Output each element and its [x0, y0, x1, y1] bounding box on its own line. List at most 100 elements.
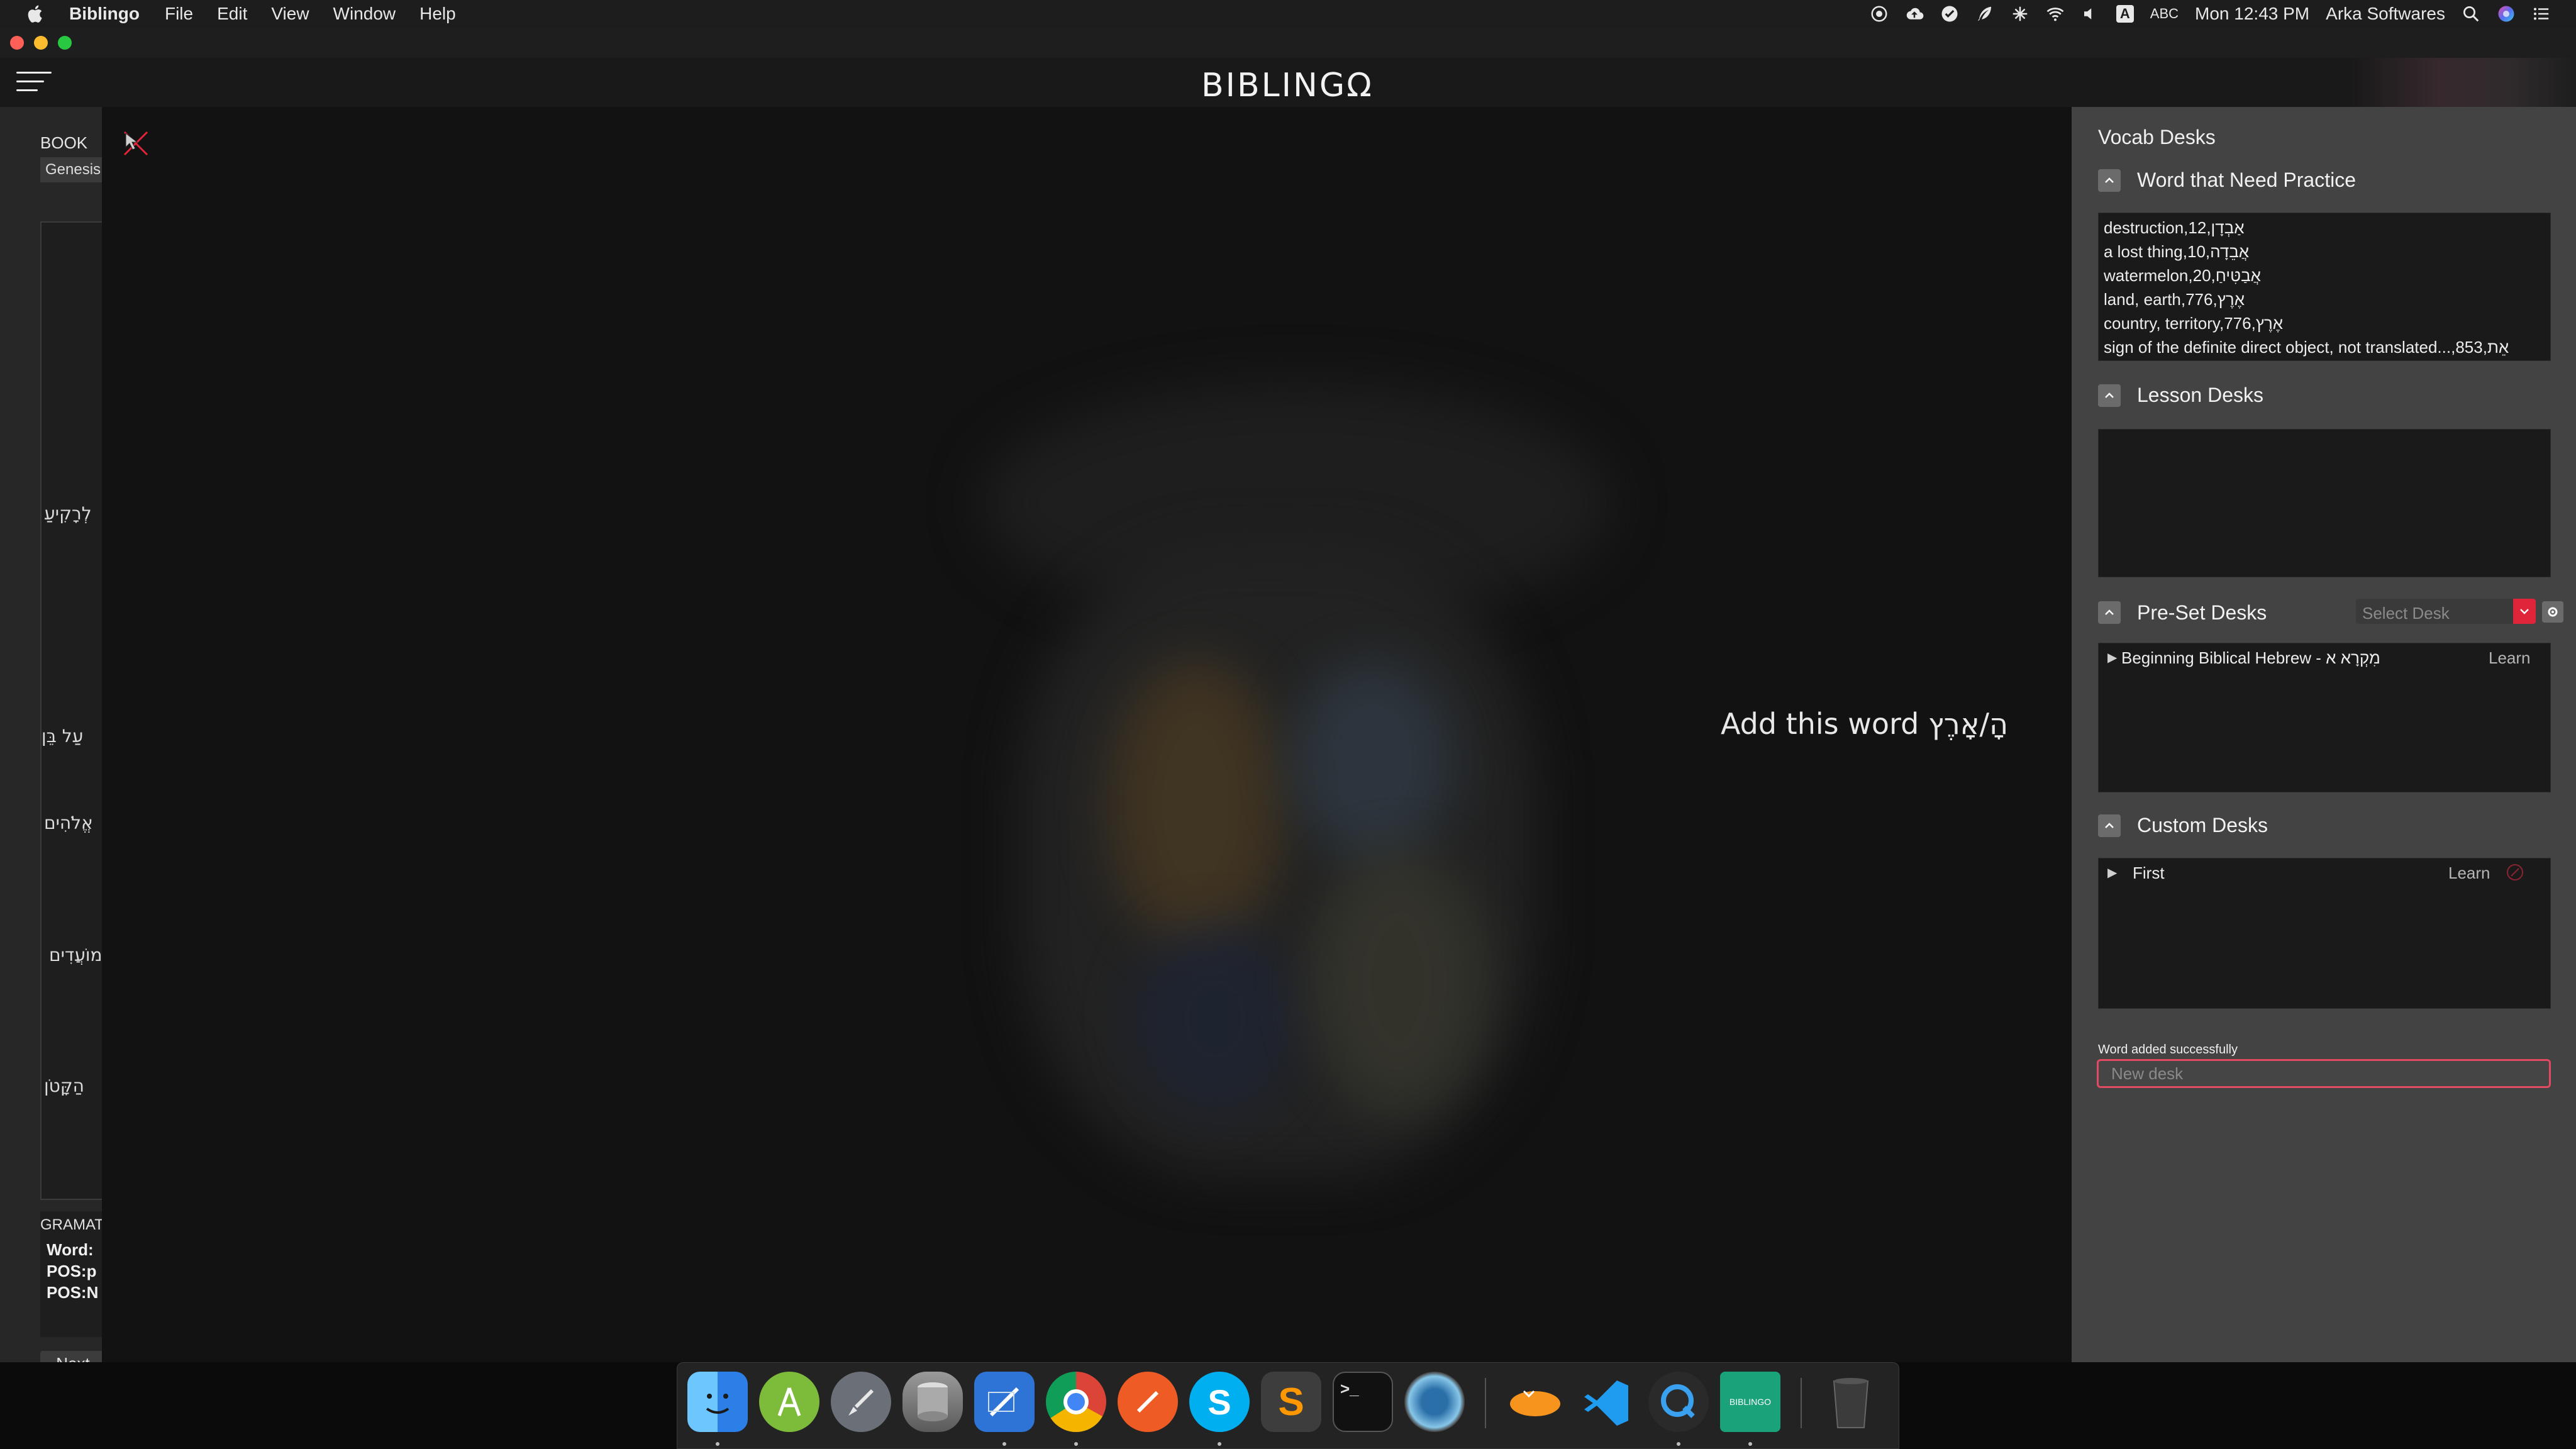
siri-icon[interactable] — [2497, 4, 2516, 23]
notification-center-icon[interactable] — [2532, 4, 2551, 23]
dock: S S >_ BIBLINGO — [677, 1362, 1899, 1449]
practice-title: Word that Need Practice — [2137, 169, 2357, 191]
next-button[interactable]: Next — [40, 1351, 102, 1362]
hebrew-word[interactable]: אֱלֹהִים — [44, 813, 93, 833]
android-studio-icon[interactable] — [759, 1372, 819, 1432]
select-desk-dropdown[interactable]: Select Desk — [2356, 599, 2536, 624]
running-indicator — [1074, 1442, 1078, 1446]
custom-section-header: Custom Desks — [2098, 814, 2268, 837]
practice-section-header: Word that Need Practice — [2098, 169, 2356, 192]
book-label: BOOK — [40, 133, 88, 152]
spotlight-search-icon[interactable] — [2462, 4, 2480, 23]
hamburger-menu-icon[interactable] — [16, 72, 52, 94]
window-zoom-button[interactable] — [58, 36, 72, 50]
hebrew-word[interactable]: מוֹעֲדִים — [49, 945, 102, 965]
running-indicator — [1002, 1442, 1006, 1446]
chevron-up-icon — [2105, 392, 2114, 398]
chevron-down-icon[interactable] — [2513, 599, 2536, 624]
collapse-practice-button[interactable] — [2098, 169, 2121, 192]
menu-clock[interactable]: Mon 12:43 PM — [2195, 4, 2309, 24]
background-blur-decoration — [1020, 547, 1536, 1176]
launchpad-icon[interactable] — [831, 1372, 891, 1432]
background-blur-decoration — [1108, 660, 1284, 950]
window-close-button[interactable] — [10, 36, 24, 50]
postman-icon[interactable] — [1118, 1372, 1178, 1432]
cloud-upload-icon[interactable] — [1905, 4, 1924, 23]
vscode-icon[interactable] — [1577, 1372, 1637, 1432]
collapse-custom-button[interactable] — [2098, 814, 2121, 837]
biblingo-dock-icon[interactable]: BIBLINGO — [1720, 1372, 1780, 1432]
apple-menu-icon[interactable] — [25, 3, 47, 25]
skype-icon[interactable]: S — [1189, 1372, 1250, 1432]
close-icon[interactable] — [119, 127, 151, 158]
menu-app-name[interactable]: Biblingo — [69, 4, 140, 24]
settings-gear-icon[interactable] — [2542, 601, 2563, 623]
xcode-icon[interactable] — [974, 1372, 1035, 1432]
sublime-text-icon[interactable]: S — [1261, 1372, 1321, 1432]
grammar-pos-line: POS:p — [47, 1262, 97, 1280]
preset-title: Pre-Set Desks — [2137, 601, 2267, 624]
practice-word-item[interactable]: sign of the definite direct object, not … — [2104, 335, 2550, 359]
input-source-icon[interactable]: A — [2116, 5, 2134, 23]
disclosure-triangle-icon[interactable]: ▶ — [2107, 650, 2117, 665]
add-word-prompt[interactable]: Add this word הָ/אָרֶץ — [1721, 707, 2008, 741]
checkmark-shield-icon[interactable] — [1940, 4, 1959, 23]
custom-desk-row[interactable]: ▶ First Learn — [2099, 858, 2550, 886]
hebrew-word[interactable]: הַקָּטֹן — [44, 1075, 84, 1096]
chrome-icon[interactable] — [1046, 1372, 1106, 1432]
menu-view[interactable]: View — [271, 4, 309, 24]
preset-learn-button[interactable]: Learn — [2489, 648, 2531, 668]
practice-word-item[interactable]: land, earth,אֶרֶץ,776 — [2104, 287, 2550, 311]
finder-icon[interactable] — [687, 1372, 748, 1432]
practice-word-item[interactable]: destruction,אַבְדָן,12 — [2104, 216, 2550, 240]
menu-user[interactable]: Arka Softwares — [2326, 4, 2445, 24]
input-source-label[interactable]: ABC — [2150, 6, 2179, 22]
menu-help[interactable]: Help — [419, 4, 456, 24]
window-minimize-button[interactable] — [34, 36, 48, 50]
menu-file[interactable]: File — [165, 4, 193, 24]
volume-icon[interactable] — [2081, 4, 2100, 23]
database-icon[interactable] — [902, 1372, 963, 1432]
practice-word-item[interactable]: country, territory,אֶרֶץ,776 — [2104, 311, 2550, 335]
trash-icon[interactable] — [1821, 1372, 1881, 1432]
preset-desk-name: Beginning Biblical Hebrew - מִקְרָא א — [2121, 648, 2380, 667]
background-blur-decoration — [1309, 849, 1485, 1113]
feather-icon[interactable] — [1975, 4, 1994, 23]
cyberduck-icon[interactable] — [1505, 1372, 1565, 1432]
wifi-icon[interactable] — [2046, 4, 2065, 23]
collapse-preset-button[interactable] — [2098, 601, 2121, 624]
menu-bar: Biblingo File Edit View Window Help A AB… — [0, 0, 2576, 28]
custom-learn-button[interactable]: Learn — [2448, 863, 2490, 883]
practice-word-item[interactable]: watermelon,אֲבַטִּיחַ,20 — [2104, 264, 2550, 287]
chevron-up-icon — [2105, 177, 2114, 183]
biblingo-logo: BIBLINGΩ — [1201, 67, 1374, 104]
disclosure-triangle-icon[interactable]: ▶ — [2107, 865, 2117, 880]
practice-word-item[interactable]: a lost thing,אֲבֵדָה,10 — [2104, 240, 2550, 264]
delete-desk-icon[interactable] — [2505, 862, 2525, 882]
menu-edit[interactable]: Edit — [217, 4, 247, 24]
chevron-up-icon — [2105, 609, 2114, 615]
running-indicator — [1677, 1442, 1680, 1446]
preset-desk-row[interactable]: ▶ Beginning Biblical Hebrew - מִקְרָא א … — [2099, 643, 2550, 671]
collapse-lesson-button[interactable] — [2098, 384, 2121, 407]
word-overlay: Add this word הָ/אָרֶץ — [102, 107, 2072, 1362]
dock-separator — [1485, 1378, 1486, 1428]
menu-window[interactable]: Window — [333, 4, 396, 24]
terminal-icon[interactable]: >_ — [1333, 1372, 1393, 1432]
hebrew-word[interactable]: לְרָקִיעַ — [44, 503, 92, 524]
background-blur-decoration — [1291, 660, 1454, 862]
window-titlebar[interactable] — [0, 28, 2576, 58]
app-window: BIBLINGΩ BOOK Genesis לְרָקִיעַ עַל בֵּן… — [0, 28, 2576, 1362]
lesson-title: Lesson Desks — [2137, 384, 2263, 406]
camera-icon[interactable] — [1404, 1372, 1465, 1432]
network-icon[interactable] — [2011, 4, 2029, 23]
new-desk-input[interactable] — [2097, 1059, 2551, 1088]
screen-record-icon[interactable] — [1870, 4, 1889, 23]
grammar-word-line: Word: — [47, 1240, 94, 1259]
custom-desks-list: ▶ First Learn — [2098, 858, 2551, 1009]
quicktime-icon[interactable] — [1648, 1372, 1709, 1432]
running-indicator — [1218, 1442, 1221, 1446]
book-select[interactable]: Genesis — [40, 157, 102, 182]
scripture-text-area[interactable]: לְרָקִיעַ עַל בֵּן אֱלֹהִים מוֹעֲדִים הַ… — [40, 221, 102, 1200]
hebrew-word[interactable]: עַל בֵּן — [42, 726, 83, 747]
